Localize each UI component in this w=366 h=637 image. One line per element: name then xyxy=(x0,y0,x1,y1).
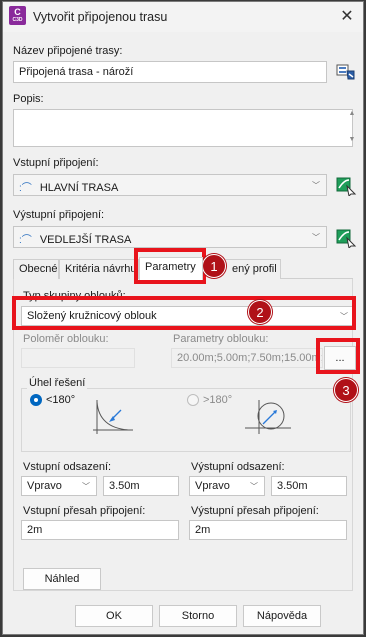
output-overlap-input[interactable]: 2m xyxy=(189,520,347,540)
highlight-curve-group xyxy=(12,296,356,330)
name-template-icon[interactable] xyxy=(335,61,357,83)
curve-params-input[interactable]: 20.00m;5.00m;7.50m;15.00m;1 xyxy=(171,348,323,368)
alignment-type-icon: :⌒ xyxy=(19,235,32,246)
cancel-button[interactable]: Storno xyxy=(159,605,237,627)
output-connection-select[interactable]: :⌒ VEDLEJŠÍ TRASA ﹀ xyxy=(13,226,327,248)
description-input[interactable] xyxy=(13,109,353,147)
output-offset-side-select[interactable]: Vpravo ﹀ xyxy=(189,476,265,496)
input-connection-value: HLAVNÍ TRASA xyxy=(39,182,119,194)
curve-radius-input[interactable] xyxy=(21,348,135,368)
description-scroll-up-icon[interactable]: ▲ xyxy=(347,110,357,117)
highlight-curve-params-button xyxy=(316,338,360,374)
description-label: Popis: xyxy=(13,93,44,105)
output-connection-value: VEDLEJŠÍ TRASA xyxy=(39,234,132,246)
name-label: Název připojené trasy: xyxy=(13,45,123,57)
input-connection-label: Vstupní připojení: xyxy=(13,157,99,169)
pick-alignment-icon[interactable] xyxy=(335,174,357,196)
tab-strip: Obecné Kritéria návrhu Parametry ený pro… xyxy=(13,257,353,280)
input-offset-side-value: Vpravo xyxy=(27,480,62,492)
input-overlap-label: Vstupní přesah připojení: xyxy=(23,505,146,517)
tab-parameters[interactable]: Parametry xyxy=(139,257,203,280)
curve-radius-label: Poloměr oblouku: xyxy=(23,333,109,345)
dialog-title: Vytvořit připojenou trasu xyxy=(33,10,168,24)
help-button[interactable]: Nápověda xyxy=(243,605,321,627)
input-connection-select[interactable]: :⌒ HLAVNÍ TRASA ﹀ xyxy=(13,174,327,196)
name-input[interactable]: Připojená trasa - nároží xyxy=(13,61,327,83)
angle-gt-180-label: >180° xyxy=(203,394,233,406)
input-offset-input[interactable]: 3.50m xyxy=(103,476,179,496)
chevron-down-icon: ﹀ xyxy=(82,482,90,491)
callout-badge-3: 3 xyxy=(334,378,358,402)
output-connection-label: Výstupní připojení: xyxy=(13,209,105,221)
solution-angle-label: Úhel řešení xyxy=(27,377,88,389)
angle-lt-180-radio[interactable] xyxy=(30,394,42,406)
alignment-type-icon: :⌒ xyxy=(19,183,32,194)
angle-gt-180-diagram-icon xyxy=(245,400,291,434)
chevron-down-icon: ﹀ xyxy=(250,482,258,491)
angle-gt-180-radio[interactable] xyxy=(187,394,199,406)
close-icon[interactable]: ✕ xyxy=(335,5,359,29)
callout-badge-1: 1 xyxy=(202,254,226,278)
curve-params-label: Parametry oblouku: xyxy=(173,333,269,345)
tab-general[interactable]: Obecné xyxy=(13,259,59,279)
output-offset-input[interactable]: 3.50m xyxy=(271,476,347,496)
pick-alignment-icon[interactable] xyxy=(335,226,357,248)
input-offset-side-select[interactable]: Vpravo ﹀ xyxy=(21,476,97,496)
angle-lt-180-diagram-icon xyxy=(93,400,133,434)
input-offset-label: Vstupní odsazení: xyxy=(23,461,112,473)
output-offset-side-value: Vpravo xyxy=(195,480,230,492)
title-bar: C C3D Vytvořit připojenou trasu ✕ xyxy=(3,2,363,32)
chevron-down-icon: ﹀ xyxy=(312,233,320,242)
tab-design-criteria[interactable]: Kritéria návrhu xyxy=(59,259,139,279)
ok-button[interactable]: OK xyxy=(75,605,153,627)
output-offset-label: Výstupní odsazení: xyxy=(191,461,285,473)
chevron-down-icon: ﹀ xyxy=(312,181,320,190)
description-scroll-down-icon[interactable]: ▼ xyxy=(347,136,357,143)
callout-badge-2: 2 xyxy=(248,300,272,324)
preview-button[interactable]: Náhled xyxy=(23,568,101,590)
angle-lt-180-label: <180° xyxy=(46,394,76,406)
output-overlap-label: Výstupní přesah připojení: xyxy=(191,505,319,517)
civil3d-app-icon: C C3D xyxy=(9,6,26,25)
input-overlap-input[interactable]: 2m xyxy=(21,520,179,540)
